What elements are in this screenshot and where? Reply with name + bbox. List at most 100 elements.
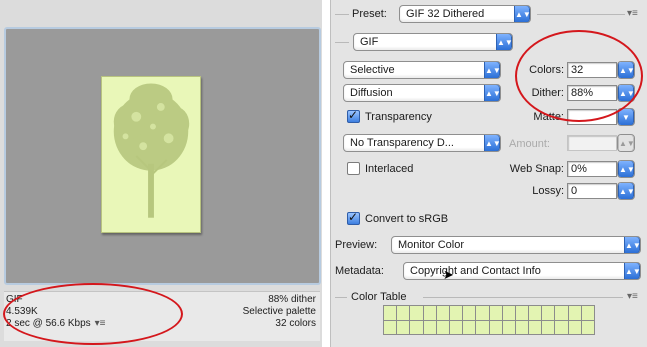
panel-menu-icon[interactable]: ▾≡: [627, 8, 638, 19]
dither-stepper[interactable]: ▲▼: [617, 84, 635, 102]
convert-srgb-label: Convert to sRGB: [365, 213, 449, 225]
preview-label: Preview:: [335, 239, 378, 251]
color-swatch[interactable]: [489, 320, 502, 334]
color-swatch[interactable]: [568, 306, 581, 320]
color-count-info: 32 colors: [275, 318, 316, 329]
transparency-dither-select[interactable]: No Transparency D... ▲▼: [343, 134, 501, 152]
color-swatch[interactable]: [476, 320, 489, 334]
transparency-label: Transparency: [365, 111, 432, 123]
color-swatch[interactable]: [542, 320, 555, 334]
preset-select[interactable]: GIF 32 Dithered ▲▼: [399, 5, 531, 23]
chevron-updown-icon: ▲▼: [618, 85, 634, 101]
lossy-field[interactable]: 0: [567, 183, 617, 199]
color-swatch[interactable]: [489, 306, 502, 320]
dither-algorithm-select[interactable]: Diffusion ▲▼: [343, 84, 501, 102]
preset-value: GIF 32 Dithered: [406, 8, 485, 20]
color-table-menu-icon[interactable]: ▾≡: [627, 291, 638, 302]
color-swatch[interactable]: [436, 306, 449, 320]
chevron-updown-icon: ▲▼: [618, 183, 634, 199]
download-time-text: 2 sec @ 56.6 Kbps: [6, 318, 91, 329]
preset-label: Preset:: [352, 8, 387, 20]
chevron-updown-icon: ▲▼: [618, 161, 634, 177]
transparency-dither-value: No Transparency D...: [350, 137, 454, 149]
image-preview-area[interactable]: [4, 27, 321, 285]
color-swatch[interactable]: [515, 320, 529, 334]
convert-srgb-checkbox[interactable]: [347, 210, 360, 225]
metadata-label: Metadata:: [335, 265, 384, 277]
color-swatch[interactable]: [436, 320, 449, 334]
lossy-stepper[interactable]: ▲▼: [617, 182, 635, 200]
color-swatch[interactable]: [581, 306, 594, 320]
color-swatch[interactable]: [568, 320, 581, 334]
color-reduction-value: Selective: [350, 64, 395, 76]
amount-stepper: ▲▼: [617, 134, 635, 152]
mouse-cursor-icon: ➤: [443, 268, 454, 283]
color-swatch[interactable]: [449, 306, 463, 320]
matte-label: Matte:: [533, 111, 564, 123]
chevron-updown-icon: ▲▼: [514, 6, 530, 22]
chevron-updown-icon: ▲▼: [484, 135, 500, 151]
color-swatch[interactable]: [410, 306, 423, 320]
web-snap-stepper[interactable]: ▲▼: [617, 160, 635, 178]
color-swatch[interactable]: [463, 320, 476, 334]
panel-menu-icon[interactable]: ▾≡: [95, 318, 106, 329]
separator: [335, 14, 349, 15]
amount-field: [567, 135, 617, 151]
color-reduction-select[interactable]: Selective ▲▼: [343, 61, 501, 79]
file-size: 4.539K: [6, 306, 38, 317]
color-swatch[interactable]: [581, 320, 594, 334]
chevron-updown-icon: ▲▼: [624, 237, 640, 253]
color-swatch[interactable]: [423, 306, 436, 320]
separator: [335, 42, 349, 43]
chevron-updown-icon: ▲▼: [618, 62, 634, 78]
color-swatch[interactable]: [384, 306, 397, 320]
color-table-grid: [383, 305, 595, 335]
palette-type-info: Selective palette: [242, 306, 316, 317]
lossy-label: Lossy:: [532, 185, 564, 197]
interlaced-checkbox[interactable]: [347, 162, 360, 175]
color-swatch[interactable]: [410, 320, 423, 334]
metadata-select[interactable]: Copyright and Contact Info ▲▼: [403, 262, 641, 280]
matte-dropdown[interactable]: ▼: [617, 108, 635, 126]
color-swatch[interactable]: [555, 306, 568, 320]
dither-algorithm-value: Diffusion: [350, 87, 393, 99]
interlaced-label: Interlaced: [365, 163, 414, 175]
file-format-value: GIF: [360, 36, 379, 48]
color-swatch[interactable]: [476, 306, 489, 320]
optimized-image-preview: [101, 76, 201, 233]
transparency-checkbox[interactable]: [347, 108, 360, 123]
file-format: GIF: [6, 294, 23, 305]
metadata-value: Copyright and Contact Info: [410, 265, 541, 277]
colors-stepper[interactable]: ▲▼: [617, 61, 635, 79]
color-swatch[interactable]: [502, 306, 515, 320]
colors-field[interactable]: 32: [567, 62, 617, 78]
color-swatch[interactable]: [397, 306, 410, 320]
download-time: 2 sec @ 56.6 Kbps ▾≡: [6, 318, 106, 330]
palette-info: 88% dither Selective palette 32 colors: [243, 294, 316, 330]
color-swatch[interactable]: [555, 320, 568, 334]
separator: [335, 297, 347, 298]
color-swatch[interactable]: [502, 320, 515, 334]
file-info: GIF 4.539K 2 sec @ 56.6 Kbps ▾≡: [6, 294, 106, 330]
separator: [423, 297, 623, 298]
matte-field[interactable]: [567, 109, 617, 125]
preview-mode-select[interactable]: Monitor Color ▲▼: [391, 236, 641, 254]
preview-pane: GIF 4.539K 2 sec @ 56.6 Kbps ▾≡ 88% dithe…: [0, 0, 322, 347]
color-swatch[interactable]: [529, 320, 542, 334]
colors-label: Colors:: [529, 64, 564, 76]
web-snap-field[interactable]: 0%: [567, 161, 617, 177]
color-swatch[interactable]: [397, 320, 410, 334]
dither-info: 88% dither: [268, 294, 316, 305]
color-swatch[interactable]: [449, 320, 463, 334]
chevron-down-icon: ▼: [618, 109, 634, 125]
file-format-select[interactable]: GIF ▲▼: [353, 33, 513, 51]
color-swatch[interactable]: [384, 320, 397, 334]
color-swatch[interactable]: [529, 306, 542, 320]
color-swatch[interactable]: [515, 306, 529, 320]
color-swatch[interactable]: [542, 306, 555, 320]
dither-field[interactable]: 88%: [567, 85, 617, 101]
color-swatch[interactable]: [463, 306, 476, 320]
color-table-label: Color Table: [351, 291, 407, 303]
color-swatch[interactable]: [423, 320, 436, 334]
optimize-settings-panel: Preset: GIF 32 Dithered ▲▼ ▾≡ GIF ▲▼ Sel…: [330, 0, 647, 347]
